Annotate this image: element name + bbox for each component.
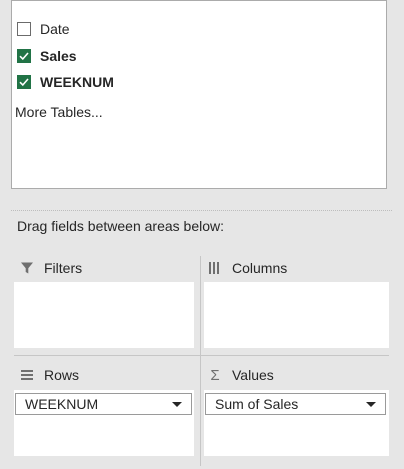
rows-label: Rows	[44, 367, 80, 383]
columns-area-header: Columns	[207, 259, 287, 277]
values-label: Values	[232, 367, 274, 383]
filters-label: Filters	[44, 260, 83, 276]
field-list: Date Sales WEEKNUM More Tables...	[11, 0, 387, 189]
columns-drop-zone[interactable]	[204, 282, 389, 348]
drag-fields-label: Drag fields between areas below:	[17, 218, 225, 234]
area-vertical-separator	[200, 256, 201, 466]
area-horizontal-separator	[14, 355, 389, 356]
filter-icon	[19, 260, 35, 276]
columns-label: Columns	[232, 260, 288, 276]
chevron-down-icon[interactable]	[172, 401, 182, 407]
checkmark-icon	[19, 78, 29, 87]
chevron-down-icon[interactable]	[366, 401, 376, 407]
field-item-date[interactable]: Date	[17, 19, 70, 39]
more-tables-link[interactable]: More Tables...	[15, 104, 103, 120]
checkmark-icon	[19, 52, 29, 61]
sigma-icon: Σ	[210, 366, 220, 384]
field-label-weeknum: WEEKNUM	[40, 74, 114, 90]
values-area-header: Σ Values	[207, 366, 274, 384]
weeknum-checkbox[interactable]	[17, 75, 31, 89]
date-checkbox[interactable]	[17, 22, 31, 36]
field-label-date: Date	[40, 21, 70, 37]
rows-drop-zone[interactable]: WEEKNUM	[14, 390, 194, 456]
section-divider	[11, 210, 392, 211]
rows-icon	[19, 367, 35, 383]
rows-area-header: Rows	[19, 366, 79, 384]
values-field-sum-of-sales[interactable]: Sum of Sales	[205, 393, 386, 415]
field-label-sales: Sales	[40, 48, 77, 64]
rows-field-label: WEEKNUM	[25, 396, 99, 412]
rows-field-weeknum[interactable]: WEEKNUM	[15, 393, 192, 415]
values-field-label: Sum of Sales	[215, 396, 299, 412]
columns-icon	[207, 260, 223, 276]
sales-checkbox[interactable]	[17, 49, 31, 63]
filters-area-header: Filters	[19, 259, 82, 277]
filters-drop-zone[interactable]	[14, 282, 194, 348]
field-item-weeknum[interactable]: WEEKNUM	[17, 72, 114, 92]
field-item-sales[interactable]: Sales	[17, 46, 77, 66]
values-drop-zone[interactable]: Sum of Sales	[204, 390, 389, 456]
